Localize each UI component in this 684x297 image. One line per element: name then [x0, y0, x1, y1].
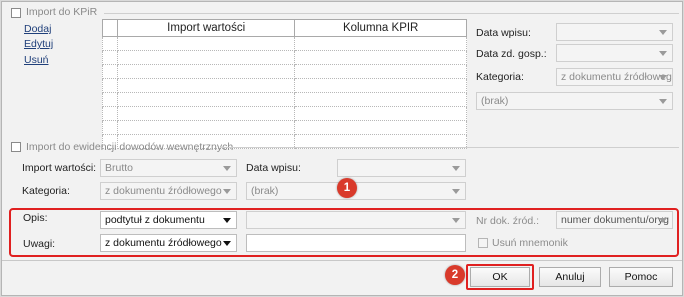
- table-row[interactable]: [102, 92, 467, 107]
- internal-group-divider: [220, 147, 679, 148]
- table-cell[interactable]: [116, 36, 296, 51]
- chevron-down-icon: [223, 189, 231, 194]
- kpir-data-wpisu-label: Data wpisu:: [476, 27, 531, 39]
- table-cell[interactable]: [116, 106, 296, 121]
- table-cell: [102, 36, 118, 51]
- ok-button-highlight: [466, 264, 534, 290]
- opis-uwagi-highlight: [9, 208, 679, 257]
- table-cell: [102, 64, 118, 79]
- kpir-add-link[interactable]: Dodaj: [24, 23, 51, 35]
- kpir-data-wpisu-select[interactable]: [556, 23, 673, 41]
- internal-kategoria-label: Kategoria:: [22, 185, 70, 197]
- table-cell: [102, 50, 118, 65]
- import-settings-window: Import do KPiR Dodaj Edytuj Usuń Import …: [1, 1, 683, 296]
- table-cell[interactable]: [116, 120, 296, 135]
- internal-import-wartosci-label: Import wartości:: [22, 162, 97, 174]
- kpir-group-label: Import do KPiR: [26, 6, 98, 18]
- step-badge-1: 1: [337, 178, 357, 198]
- table-cell[interactable]: [294, 64, 467, 79]
- table-row[interactable]: [102, 50, 467, 65]
- kpir-subcategory-value: (brak): [481, 95, 509, 107]
- table-cell[interactable]: [294, 78, 467, 93]
- table-cell: [102, 92, 118, 107]
- step-badge-2: 2: [445, 265, 465, 285]
- internal-data-wpisu-label: Data wpisu:: [246, 162, 301, 174]
- chevron-down-icon: [223, 166, 231, 171]
- table-cell[interactable]: [116, 64, 296, 79]
- chevron-down-icon: [452, 189, 460, 194]
- table-row[interactable]: [102, 106, 467, 121]
- table-cell: [102, 106, 118, 121]
- kpir-mapping-grid[interactable]: Import wartości Kolumna KPIR: [102, 19, 467, 149]
- chevron-down-icon: [659, 51, 667, 56]
- table-cell[interactable]: [116, 50, 296, 65]
- kpir-data-zd-gosp-label: Data zd. gosp.:: [476, 48, 547, 60]
- kpir-kategoria-value: z dokumentu źródłowego: [561, 71, 673, 83]
- table-row[interactable]: [102, 78, 467, 93]
- table-cell[interactable]: [294, 92, 467, 107]
- table-cell: [102, 78, 118, 93]
- grid-header-row: Import wartości Kolumna KPIR: [102, 19, 467, 37]
- column-kolumna-kpir[interactable]: Kolumna KPIR: [294, 19, 467, 37]
- chevron-down-icon: [659, 99, 667, 104]
- internal-group-label: Import do ewidencji dowodów wewnętrznych: [26, 141, 234, 153]
- table-cell[interactable]: [294, 120, 467, 135]
- table-row[interactable]: [102, 36, 467, 51]
- column-import-wartosci[interactable]: Import wartości: [116, 19, 296, 37]
- internal-subcategory-value: (brak): [251, 185, 279, 197]
- grid-row-header: [102, 19, 118, 37]
- table-row[interactable]: [102, 64, 467, 79]
- kpir-subcategory-select[interactable]: (brak): [476, 92, 673, 110]
- kpir-import-checkbox[interactable]: [11, 8, 21, 18]
- chevron-down-icon: [659, 30, 667, 35]
- cancel-button[interactable]: Anuluj: [539, 267, 601, 287]
- kpir-delete-link[interactable]: Usuń: [24, 54, 49, 66]
- footer-separator: [2, 260, 682, 261]
- kpir-kategoria-select[interactable]: z dokumentu źródłowego: [556, 68, 673, 86]
- kpir-kategoria-label: Kategoria:: [476, 71, 524, 83]
- table-cell[interactable]: [294, 50, 467, 65]
- chevron-down-icon: [659, 75, 667, 80]
- table-cell[interactable]: [116, 92, 296, 107]
- kpir-edit-link[interactable]: Edytuj: [24, 38, 53, 50]
- chevron-down-icon: [452, 166, 460, 171]
- internal-import-wartosci-select[interactable]: Brutto: [100, 159, 237, 177]
- table-cell[interactable]: [294, 36, 467, 51]
- table-row[interactable]: [102, 120, 467, 135]
- table-cell[interactable]: [116, 78, 296, 93]
- internal-import-checkbox[interactable]: [11, 142, 21, 152]
- internal-data-wpisu-select[interactable]: [337, 159, 466, 177]
- kpir-data-zd-gosp-select[interactable]: [556, 44, 673, 62]
- table-cell: [102, 120, 118, 135]
- internal-kategoria-value: z dokumentu źródłowego: [105, 185, 222, 197]
- help-button[interactable]: Pomoc: [609, 267, 673, 287]
- kpir-group-divider: [104, 13, 679, 14]
- internal-kategoria-select[interactable]: z dokumentu źródłowego: [100, 182, 237, 200]
- internal-import-wartosci-value: Brutto: [105, 162, 134, 174]
- table-cell[interactable]: [294, 106, 467, 121]
